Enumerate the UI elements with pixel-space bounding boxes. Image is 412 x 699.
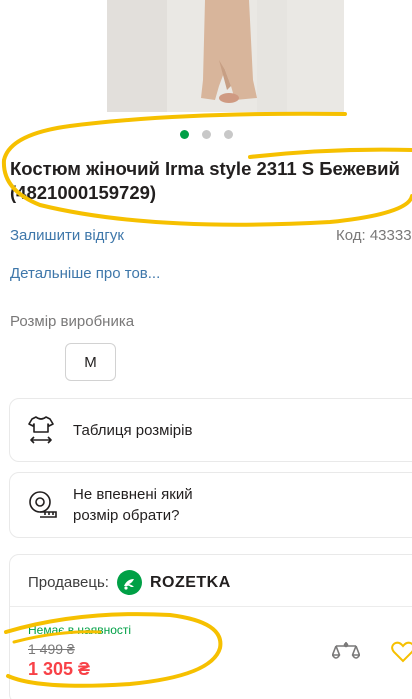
size-help-line: розмір обрати? (73, 507, 180, 524)
product-photo[interactable] (107, 0, 344, 112)
current-price: 1 305 ₴ (28, 659, 91, 679)
product-title: Костюм жіночий Irma style 2311 S Бежевий… (10, 157, 412, 205)
size-label: Розмір виробника (10, 313, 135, 330)
availability-status: Немає в наявності (28, 623, 132, 637)
review-code-row: Залишити відгук Код: 43333 (10, 227, 412, 247)
shirt-ruler-icon (28, 415, 54, 452)
gallery-dot[interactable] (201, 130, 211, 139)
seller-card: Продавець: ROZETKA Немає в наявності 1 4… (9, 554, 412, 699)
product-title-line: (4821000159729) (10, 182, 157, 203)
size-option-m[interactable]: M (65, 343, 116, 381)
size-help-card[interactable]: Не впевнені який розмір обрати? (9, 472, 412, 538)
rozetka-logo-icon (116, 570, 142, 595)
product-title-line: Костюм жіночий Irma style 2311 S Бежевий (10, 158, 400, 179)
seller-row: Продавець: ROZETKA (28, 570, 231, 595)
compare-scales-icon[interactable] (331, 640, 361, 671)
product-gallery[interactable] (0, 0, 412, 118)
product-details-link[interactable]: Детальніше про тов... (10, 265, 160, 282)
heart-icon[interactable] (391, 641, 412, 668)
gallery-dot[interactable] (179, 130, 189, 139)
size-table-label: Таблиця розмірів (73, 422, 193, 439)
product-code: Код: 43333 (336, 227, 412, 244)
leave-review-link[interactable]: Залишити відгук (10, 227, 124, 244)
gallery-dot[interactable] (223, 130, 233, 139)
size-table-card[interactable]: Таблиця розмірів (9, 398, 412, 462)
seller-name[interactable]: ROZETKA (150, 574, 231, 592)
seller-label: Продавець: (28, 574, 109, 591)
tape-measure-icon (28, 489, 58, 524)
size-help-line: Не впевнені який (73, 486, 193, 503)
size-help-text: Не впевнені який розмір обрати? (73, 484, 193, 526)
old-price: 1 499 ₴ (28, 641, 75, 657)
divider (10, 606, 412, 607)
gallery-pagination[interactable] (0, 130, 412, 139)
